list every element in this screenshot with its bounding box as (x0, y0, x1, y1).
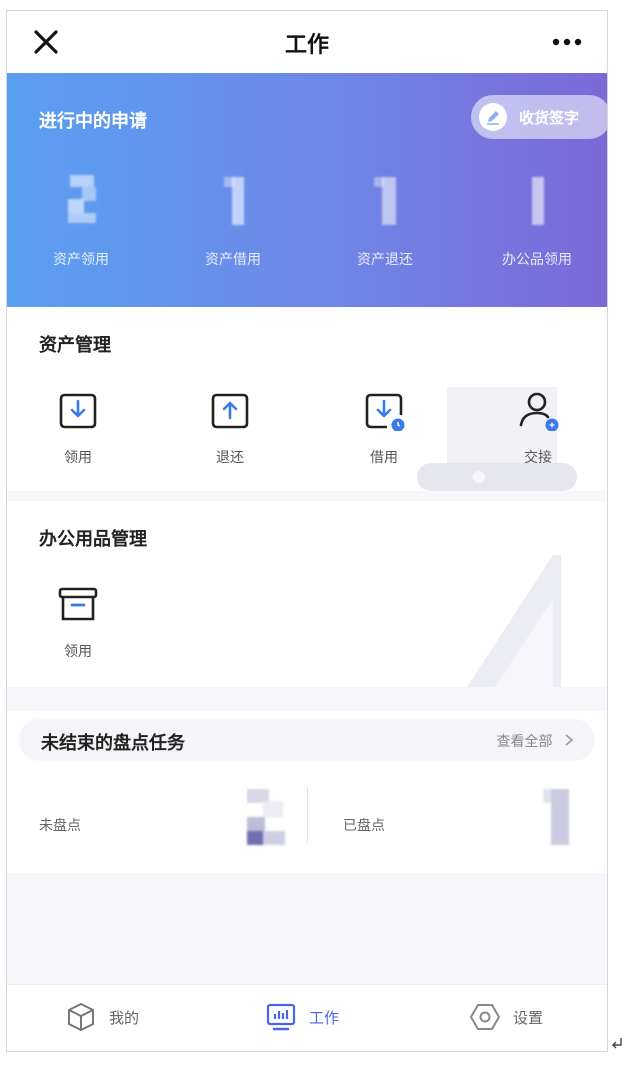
stat-asset-use[interactable]: 资产领用 (21, 169, 141, 269)
asset-handover-label: 交接 (524, 450, 552, 466)
handover-user-icon (519, 392, 559, 432)
inventory-tasks-header: 未结束的盘点任务 查看全部 (19, 719, 595, 761)
decor-illustration (467, 555, 561, 687)
stat-asset-return[interactable]: 资产退还 (325, 169, 445, 269)
return-mark-icon (612, 1038, 622, 1049)
asset-management-card: 资产管理 领用 退还 借用 交接 (7, 307, 607, 491)
stat-office-use[interactable]: 办公品领用 (477, 169, 597, 269)
stat-value-placeholder (532, 177, 544, 225)
stat-value-placeholder (224, 177, 244, 225)
tab-work[interactable]: 工作 (265, 1001, 365, 1035)
office-use-item[interactable]: 领用 (33, 583, 123, 661)
asset-use-label: 领用 (64, 450, 92, 466)
asset-return-item[interactable]: 退还 (185, 389, 275, 467)
tab-mine-label: 我的 (109, 1009, 140, 1027)
upload-box-icon (211, 393, 249, 429)
bottom-tab-bar: 我的 工作 设置 (7, 984, 607, 1051)
sign-receipt-label: 收货签字 (519, 109, 580, 127)
counted-label: 已盘点 (343, 818, 385, 834)
office-supplies-card: 办公用品管理 领用 (7, 501, 607, 687)
more-icon[interactable] (549, 27, 585, 57)
office-supplies-title: 办公用品管理 (39, 529, 147, 550)
inventory-tasks-card: 未结束的盘点任务 查看全部 未盘点 已盘点 (7, 711, 607, 873)
not-counted-label: 未盘点 (39, 818, 81, 834)
borrow-box-icon (365, 393, 405, 432)
tab-settings[interactable]: 设置 (469, 1001, 569, 1035)
asset-management-title: 资产管理 (39, 335, 111, 356)
cell-divider (307, 787, 308, 843)
asset-borrow-item[interactable]: 借用 (339, 389, 429, 467)
stat-asset-borrow[interactable]: 资产借用 (173, 169, 293, 269)
download-box-icon (59, 393, 97, 429)
cube-icon (68, 1002, 94, 1032)
stat-value-placeholder (374, 177, 396, 225)
banner-title: 进行中的申请 (39, 111, 147, 132)
view-all-link[interactable]: 查看全部 (497, 731, 575, 751)
page-title: 工作 (284, 33, 329, 58)
stat-value-placeholder (68, 175, 96, 223)
stat-label: 资产领用 (53, 252, 109, 268)
inventory-tasks-title: 未结束的盘点任务 (41, 733, 185, 754)
app-window: 工作 进行中的申请 收货签字 资产领用 资产借用 资产退还 办公品领用 资产管理… (6, 10, 608, 1052)
tab-mine[interactable]: 我的 (65, 1001, 165, 1035)
tab-work-label: 工作 (309, 1009, 340, 1027)
tab-settings-label: 设置 (513, 1009, 544, 1027)
asset-return-label: 退还 (216, 450, 244, 466)
count-value-placeholder (543, 789, 569, 845)
archive-box-icon (58, 587, 98, 621)
not-counted-cell[interactable]: 未盘点 (39, 783, 289, 847)
asset-use-item[interactable]: 领用 (33, 389, 123, 467)
settings-hex-icon (469, 1004, 501, 1030)
applications-banner: 进行中的申请 收货签字 资产领用 资产借用 资产退还 办公品领用 (7, 73, 607, 307)
stat-label: 资产借用 (205, 252, 261, 268)
asset-borrow-label: 借用 (370, 450, 398, 466)
pen-icon (479, 103, 507, 131)
dashboard-icon (266, 1003, 296, 1031)
asset-handover-item[interactable]: 交接 (493, 389, 583, 467)
office-use-label: 领用 (64, 644, 92, 660)
count-value-placeholder (247, 789, 285, 845)
stat-label: 办公品领用 (502, 252, 572, 268)
stat-label: 资产退还 (357, 252, 413, 268)
chevron-right-icon (565, 734, 574, 746)
sign-receipt-button[interactable]: 收货签字 (471, 95, 607, 139)
top-bar: 工作 (7, 11, 607, 73)
view-all-label: 查看全部 (496, 734, 553, 750)
counted-cell[interactable]: 已盘点 (343, 783, 583, 847)
